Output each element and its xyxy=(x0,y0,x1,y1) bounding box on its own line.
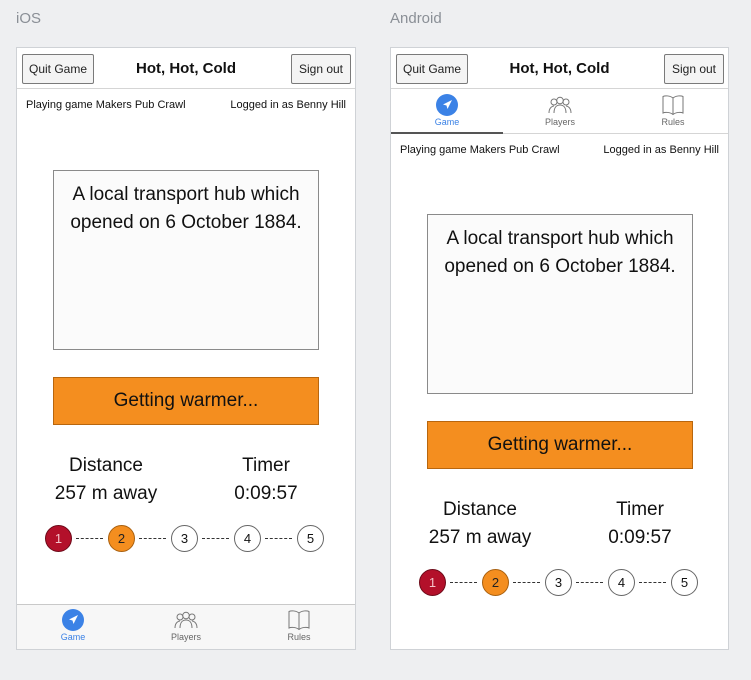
distance-stat: Distance 257 m away xyxy=(43,452,169,508)
active-tab-indicator xyxy=(391,132,503,134)
android-phone-screen: Quit Game Hot, Hot, Cold Sign out Game P… xyxy=(390,47,729,650)
players-group-icon xyxy=(173,608,199,632)
tab-label: Players xyxy=(170,632,201,642)
progress-connector xyxy=(76,538,103,539)
progress-step-1: 1 xyxy=(419,569,446,596)
timer-value: 0:09:57 xyxy=(234,483,298,504)
progress-step-4: 4 xyxy=(234,525,261,552)
progress-step-1: 1 xyxy=(45,525,72,552)
timer-stat: Timer 0:09:57 xyxy=(587,496,693,552)
android-top-bar: Quit Game Hot, Hot, Cold Sign out xyxy=(391,48,728,89)
distance-label: Distance xyxy=(443,499,517,520)
timer-label: Timer xyxy=(242,455,290,476)
navigation-arrow-icon xyxy=(60,608,86,632)
progress-connector xyxy=(450,582,477,583)
tab-label: Players xyxy=(544,117,575,127)
navigation-arrow-icon xyxy=(434,93,460,117)
tab-game[interactable]: Game xyxy=(391,90,503,133)
progress-connector xyxy=(265,538,292,539)
status-row: Playing game Makers Pub Crawl Logged in … xyxy=(391,144,728,164)
open-book-icon xyxy=(660,93,686,117)
logged-in-user-text: Logged in as Benny Hill xyxy=(603,144,719,156)
clue-progress: 1 2 3 4 5 xyxy=(419,569,709,597)
ios-top-bar: Quit Game Hot, Hot, Cold Sign out xyxy=(17,48,355,89)
current-game-text: Playing game Makers Pub Crawl xyxy=(400,144,560,156)
android-platform-label: Android xyxy=(390,10,442,27)
timer-stat: Timer 0:09:57 xyxy=(213,452,319,508)
getting-warmer-button[interactable]: Getting warmer... xyxy=(53,377,319,425)
clue-box: A local transport hub which opened on 6 … xyxy=(53,170,319,350)
progress-step-2: 2 xyxy=(108,525,135,552)
tab-players[interactable]: Players xyxy=(130,605,242,649)
progress-connector xyxy=(139,538,166,539)
quit-game-button[interactable]: Quit Game xyxy=(22,54,94,84)
players-group-icon xyxy=(547,93,573,117)
distance-value: 257 m away xyxy=(54,483,158,504)
progress-connector xyxy=(639,582,666,583)
tab-label: Game xyxy=(60,632,86,642)
ios-platform-label: iOS xyxy=(16,10,42,27)
quit-game-button[interactable]: Quit Game xyxy=(396,54,468,84)
progress-step-5: 5 xyxy=(671,569,698,596)
tab-label: Game xyxy=(434,117,460,127)
clue-box: A local transport hub which opened on 6 … xyxy=(427,214,693,394)
logged-in-user-text: Logged in as Benny Hill xyxy=(230,99,346,111)
timer-value: 0:09:57 xyxy=(608,527,672,548)
progress-step-4: 4 xyxy=(608,569,635,596)
tab-players[interactable]: Players xyxy=(504,90,616,133)
clue-progress: 1 2 3 4 5 xyxy=(45,525,335,553)
status-row: Playing game Makers Pub Crawl Logged in … xyxy=(17,99,355,119)
progress-step-3: 3 xyxy=(545,569,572,596)
tab-game[interactable]: Game xyxy=(17,605,129,649)
ios-tab-bar: Game Players Rules xyxy=(17,604,355,649)
tab-label: Rules xyxy=(287,632,311,642)
timer-label: Timer xyxy=(616,499,664,520)
sign-out-button[interactable]: Sign out xyxy=(664,54,724,84)
sign-out-button[interactable]: Sign out xyxy=(291,54,351,84)
android-tab-bar: Game Players Rules xyxy=(391,90,728,134)
progress-connector xyxy=(202,538,229,539)
tab-rules[interactable]: Rules xyxy=(243,605,355,649)
progress-step-3: 3 xyxy=(171,525,198,552)
tab-rules[interactable]: Rules xyxy=(617,90,729,133)
distance-stat: Distance 257 m away xyxy=(417,496,543,552)
progress-step-5: 5 xyxy=(297,525,324,552)
ios-phone-screen: Quit Game Hot, Hot, Cold Sign out Playin… xyxy=(16,47,356,650)
distance-value: 257 m away xyxy=(428,527,532,548)
progress-step-2: 2 xyxy=(482,569,509,596)
progress-connector xyxy=(576,582,603,583)
distance-label: Distance xyxy=(69,455,143,476)
open-book-icon xyxy=(286,608,312,632)
tab-label: Rules xyxy=(661,117,685,127)
getting-warmer-button[interactable]: Getting warmer... xyxy=(427,421,693,469)
current-game-text: Playing game Makers Pub Crawl xyxy=(26,99,186,111)
progress-connector xyxy=(513,582,540,583)
